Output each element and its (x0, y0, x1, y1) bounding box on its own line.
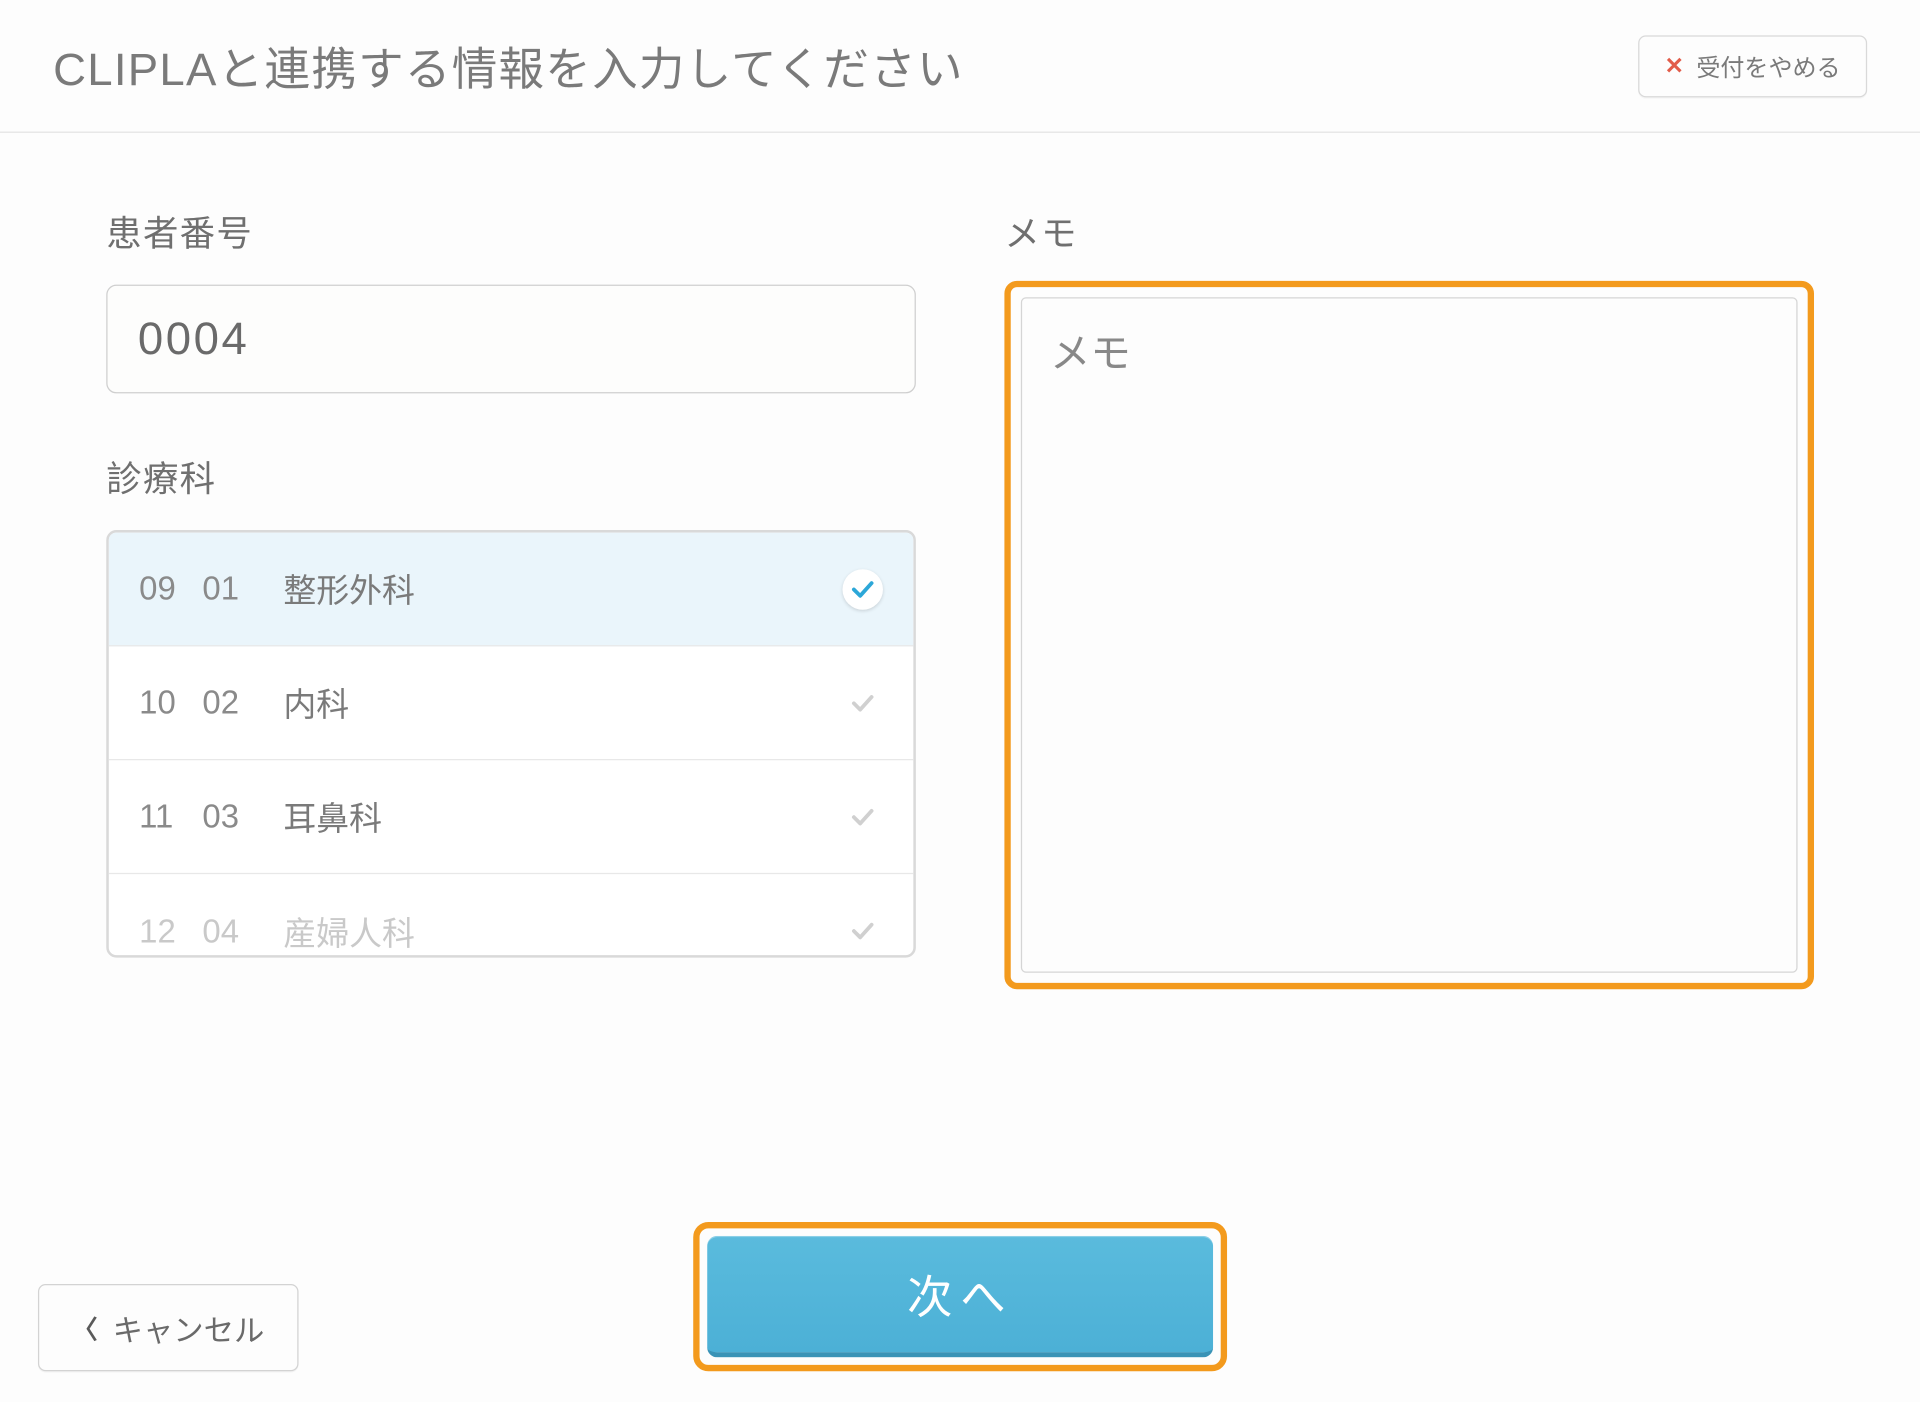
department-item-3[interactable]: 12 04 産婦人科 (109, 874, 914, 957)
stop-reception-button[interactable]: ✕ 受付をやめる (1638, 35, 1867, 97)
next-label: 次へ (907, 1271, 1013, 1323)
memo-label: メモ (1004, 206, 1814, 257)
stop-reception-label: 受付をやめる (1696, 49, 1840, 83)
next-highlight-frame: 次へ (693, 1222, 1227, 1371)
left-column: 患者番号 診療科 09 01 整形外科 10 02 (106, 206, 916, 989)
dept-num2: 01 (202, 569, 283, 608)
dept-name: 耳鼻科 (283, 793, 842, 840)
cancel-label: キャンセル (113, 1305, 265, 1349)
next-button[interactable]: 次へ (707, 1236, 1213, 1357)
dept-num1: 11 (139, 797, 202, 836)
right-column: メモ (1004, 206, 1814, 989)
page-title: CLIPLAと連携する情報を入力してください (53, 33, 964, 99)
dept-num2: 02 (202, 683, 283, 722)
check-icon (842, 682, 882, 722)
patient-number-label: 患者番号 (106, 206, 916, 257)
department-item-0[interactable]: 09 01 整形外科 (109, 533, 914, 647)
dept-num1: 12 (139, 911, 202, 950)
header: CLIPLAと連携する情報を入力してください ✕ 受付をやめる (0, 0, 1920, 133)
memo-highlight-frame (1004, 281, 1814, 989)
dept-name: 産婦人科 (283, 908, 842, 955)
check-icon (842, 569, 882, 609)
department-list[interactable]: 09 01 整形外科 10 02 内科 (106, 530, 916, 958)
check-icon (842, 796, 882, 836)
dept-num1: 10 (139, 683, 202, 722)
dept-num2: 03 (202, 797, 283, 836)
patient-number-input[interactable] (106, 285, 916, 394)
department-item-1[interactable]: 10 02 内科 (109, 646, 914, 760)
dept-name: 整形外科 (283, 565, 842, 612)
dept-num1: 09 (139, 569, 202, 608)
memo-textarea[interactable] (1021, 297, 1798, 973)
cancel-button[interactable]: 〈 キャンセル (38, 1284, 299, 1371)
footer: 〈 キャンセル 次へ (0, 1284, 1920, 1371)
chevron-left-icon: 〈 (72, 1309, 97, 1346)
dept-num2: 04 (202, 911, 283, 950)
close-icon: ✕ (1665, 52, 1684, 79)
content: 患者番号 診療科 09 01 整形外科 10 02 (0, 133, 1920, 989)
department-label: 診療科 (106, 452, 916, 503)
department-item-2[interactable]: 11 03 耳鼻科 (109, 760, 914, 874)
dept-name: 内科 (283, 679, 842, 726)
check-icon (842, 911, 882, 951)
